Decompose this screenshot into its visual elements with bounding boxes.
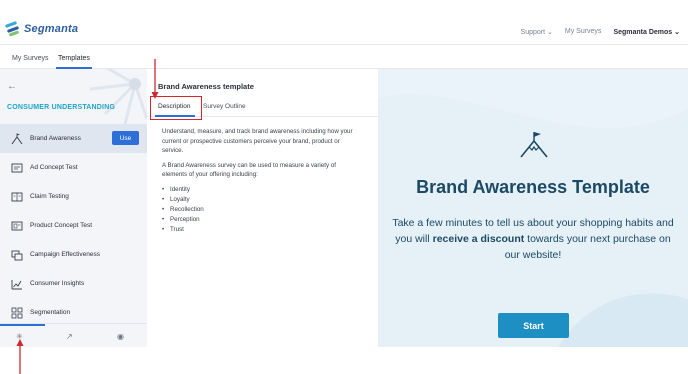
sidebar-item-label: Brand Awareness	[30, 135, 81, 142]
sidebar-item-label: Segmentation	[30, 309, 71, 316]
category-title: CONSUMER UNDERSTANDING	[7, 104, 116, 111]
my-surveys-link[interactable]: My Surveys	[565, 28, 602, 36]
description-paragraph: A Brand Awareness survey can be used to …	[162, 161, 336, 179]
use-template-button[interactable]: Use	[112, 131, 139, 145]
insights-icon	[11, 278, 23, 290]
tab-survey-outline[interactable]: Survey Outline	[203, 103, 246, 110]
list-item: Trust	[162, 225, 362, 235]
sidebar-item-campaign-effectiveness[interactable]: Campaign Effectiveness	[0, 240, 147, 269]
discount-highlight: receive a discount	[432, 233, 525, 245]
sidebar-item-label: Product Concept Test	[30, 222, 93, 229]
mountain-flag-icon	[520, 132, 548, 158]
list-item: Identity	[162, 185, 362, 195]
ad-icon	[11, 162, 23, 174]
back-arrow-icon[interactable]: ←	[7, 81, 17, 92]
preview-intro-text: Take a few minutes to tell us about your…	[392, 217, 674, 261]
product-icon	[11, 220, 23, 232]
sidebar-item-brand-awareness[interactable]: Brand Awareness Use	[0, 124, 147, 153]
decorative-burst-icon	[89, 69, 147, 125]
annotation-arrow-up-icon	[16, 339, 24, 374]
top-bar: Segmanta Support ⌄ My Surveys Segmanta D…	[0, 0, 688, 45]
support-menu[interactable]: Support ⌄	[521, 28, 553, 36]
sidebar-item-label: Ad Concept Test	[30, 164, 78, 171]
account-menu[interactable]: Segmanta Demos ⌄	[613, 28, 680, 36]
sidebar-item-label: Consumer Insights	[30, 280, 85, 287]
list-item: Perception	[162, 215, 362, 225]
sidebar-item-ad-concept-test[interactable]: Ad Concept Test	[0, 153, 147, 182]
sidebar-item-product-concept-test[interactable]: Product Concept Test	[0, 211, 147, 240]
sidebar-item-claim-testing[interactable]: Claim Testing	[0, 182, 147, 211]
document-icon	[11, 191, 23, 203]
sub-nav: My Surveys Templates	[0, 45, 688, 69]
segmentation-icon	[11, 307, 23, 319]
survey-preview: Brand Awareness Template Take a few minu…	[378, 69, 688, 347]
template-title: Brand Awareness template	[158, 82, 254, 91]
campaign-icon	[11, 249, 23, 261]
mountain-flag-icon	[11, 133, 23, 145]
segmanta-logo-icon	[4, 21, 21, 37]
preview-background-shapes	[378, 69, 688, 347]
preview-title: Brand Awareness Template	[416, 177, 650, 197]
list-item: Loyalty	[162, 195, 362, 205]
annotation-arrow-down-icon	[151, 59, 159, 99]
tab-templates[interactable]: Templates	[58, 55, 90, 62]
list-item: Recollection	[162, 205, 362, 215]
circle-icon[interactable]: ◉	[117, 332, 124, 341]
brand-name: Segmanta	[24, 23, 79, 35]
sidebar-item-label: Claim Testing	[30, 193, 69, 200]
element-list: Identity Loyalty Recollection Perception…	[162, 185, 362, 235]
sidebar-item-consumer-insights[interactable]: Consumer Insights	[0, 269, 147, 298]
start-button[interactable]: Start	[498, 313, 569, 338]
description-paragraph: Understand, measure, and track brand awa…	[162, 128, 353, 154]
tab-my-surveys[interactable]: My Surveys	[12, 55, 49, 62]
template-description: Understand, measure, and track brand awa…	[162, 127, 362, 235]
sidebar-bottom-indicator	[0, 324, 45, 326]
template-sidebar: ← CONSUMER UNDERSTANDING Brand Awareness…	[0, 69, 147, 347]
top-nav: Support ⌄ My Surveys Segmanta Demos ⌄	[521, 28, 680, 36]
brand-logo[interactable]: Segmanta	[4, 21, 79, 37]
growth-chart-icon[interactable]: ↗	[66, 332, 73, 341]
sidebar-item-label: Campaign Effectiveness	[30, 251, 100, 258]
